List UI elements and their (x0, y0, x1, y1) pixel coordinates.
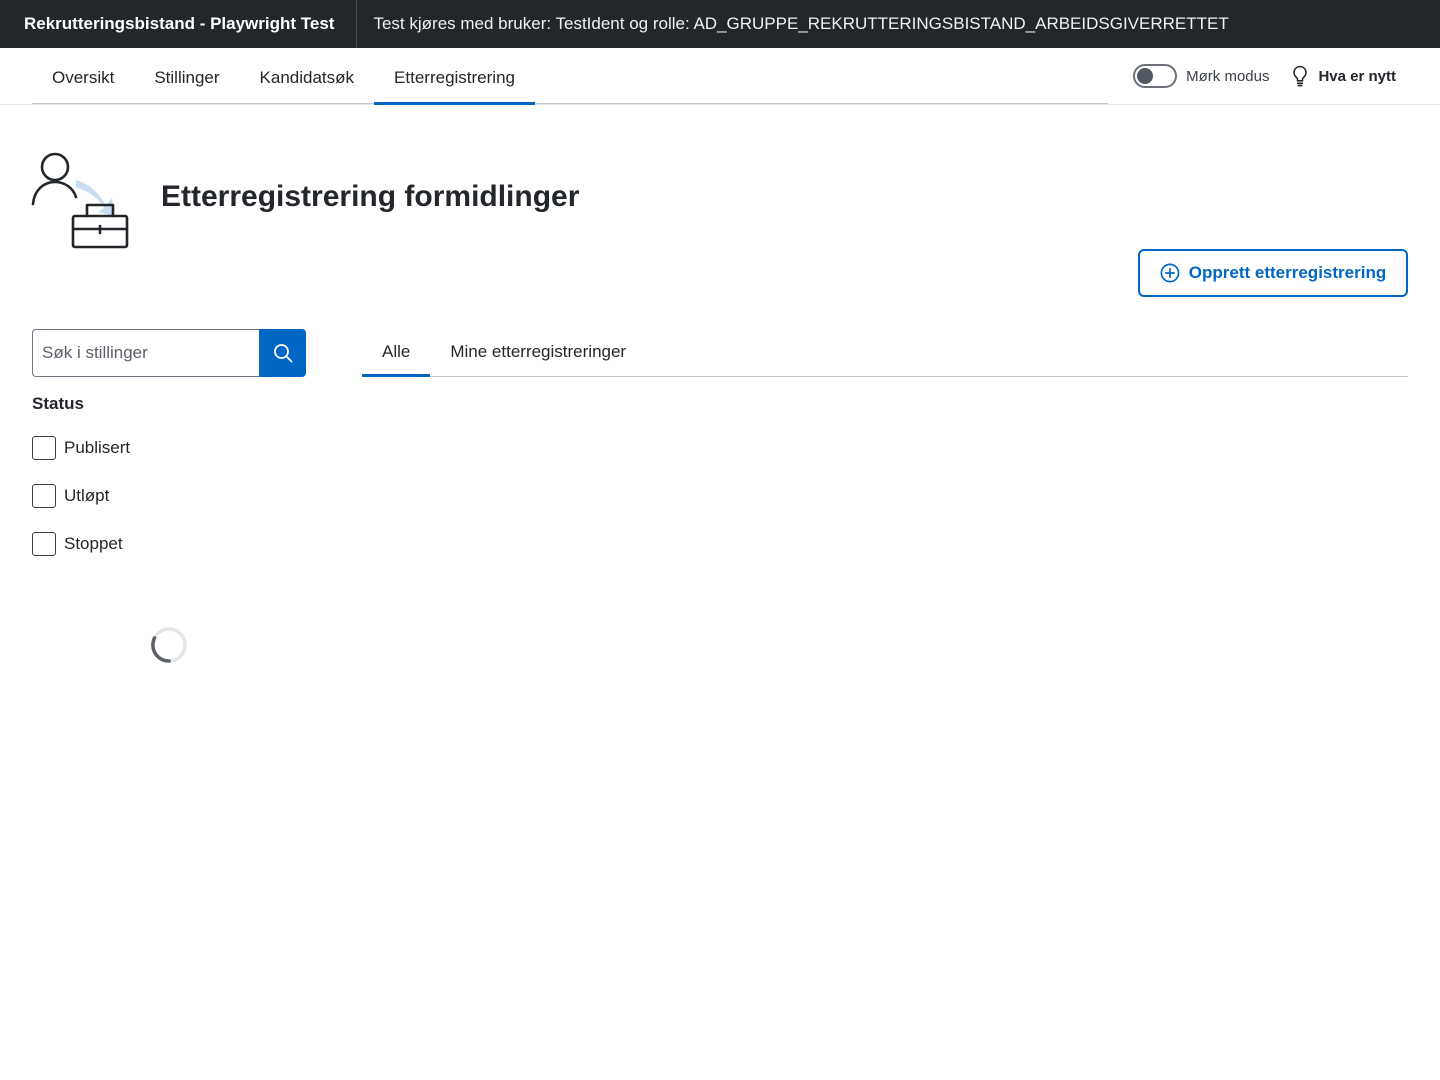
nav-tabs: Oversikt Stillinger Kandidatsøk Etterreg… (32, 48, 1108, 105)
main-navigation: Oversikt Stillinger Kandidatsøk Etterreg… (0, 48, 1440, 105)
toggle-knob (1137, 68, 1154, 84)
checkbox[interactable] (32, 436, 56, 460)
filter-option-publisert[interactable]: Publisert (32, 436, 130, 460)
search-bar (32, 329, 306, 377)
dark-mode-label: Mørk modus (1186, 67, 1270, 85)
app-header: Rekrutteringsbistand - Playwright Test T… (0, 0, 1440, 48)
tab-etterregistrering[interactable]: Etterregistrering (374, 48, 535, 105)
search-button[interactable] (259, 329, 306, 377)
whats-new-button[interactable]: Hva er nytt (1291, 65, 1396, 87)
tab-alle[interactable]: Alle (362, 329, 431, 377)
status-filter-heading: Status (32, 394, 84, 413)
lightbulb-icon (1293, 65, 1308, 87)
person-briefcase-icon (31, 152, 129, 249)
checkbox-label: Utløpt (64, 486, 110, 505)
filter-option-utlopt[interactable]: Utløpt (32, 484, 109, 508)
page-title: Etterregistrering formidlinger (161, 180, 580, 213)
loading-spinner-icon (151, 627, 187, 663)
dark-mode-toggle[interactable] (1133, 64, 1178, 88)
whats-new-label: Hva er nytt (1318, 67, 1396, 85)
checkbox-label: Stoppet (64, 534, 123, 553)
create-registration-button[interactable]: Opprett etterregistrering (1138, 249, 1408, 297)
app-title[interactable]: Rekrutteringsbistand - Playwright Test (0, 0, 358, 48)
checkbox-label: Publisert (64, 438, 131, 457)
checkbox[interactable] (32, 484, 56, 508)
tab-mine-etterregistreringer[interactable]: Mine etterregistreringer (430, 329, 646, 376)
tab-kandidatsok[interactable]: Kandidatsøk (240, 48, 375, 104)
registration-tabs: Alle Mine etterregistreringer (362, 329, 1408, 377)
search-input[interactable] (32, 329, 259, 377)
nav-actions: Mørk modus Hva er nytt (1133, 48, 1396, 104)
tab-oversikt[interactable]: Oversikt (32, 48, 134, 104)
checkbox[interactable] (32, 532, 56, 556)
create-button-label: Opprett etterregistrering (1188, 263, 1387, 282)
filter-option-stoppet[interactable]: Stoppet (32, 532, 123, 556)
search-icon (273, 344, 292, 363)
test-user-info: Test kjøres med bruker: TestIdent og rol… (373, 14, 1229, 33)
plus-circle-icon (1160, 263, 1180, 283)
tab-stillinger[interactable]: Stillinger (134, 48, 239, 104)
